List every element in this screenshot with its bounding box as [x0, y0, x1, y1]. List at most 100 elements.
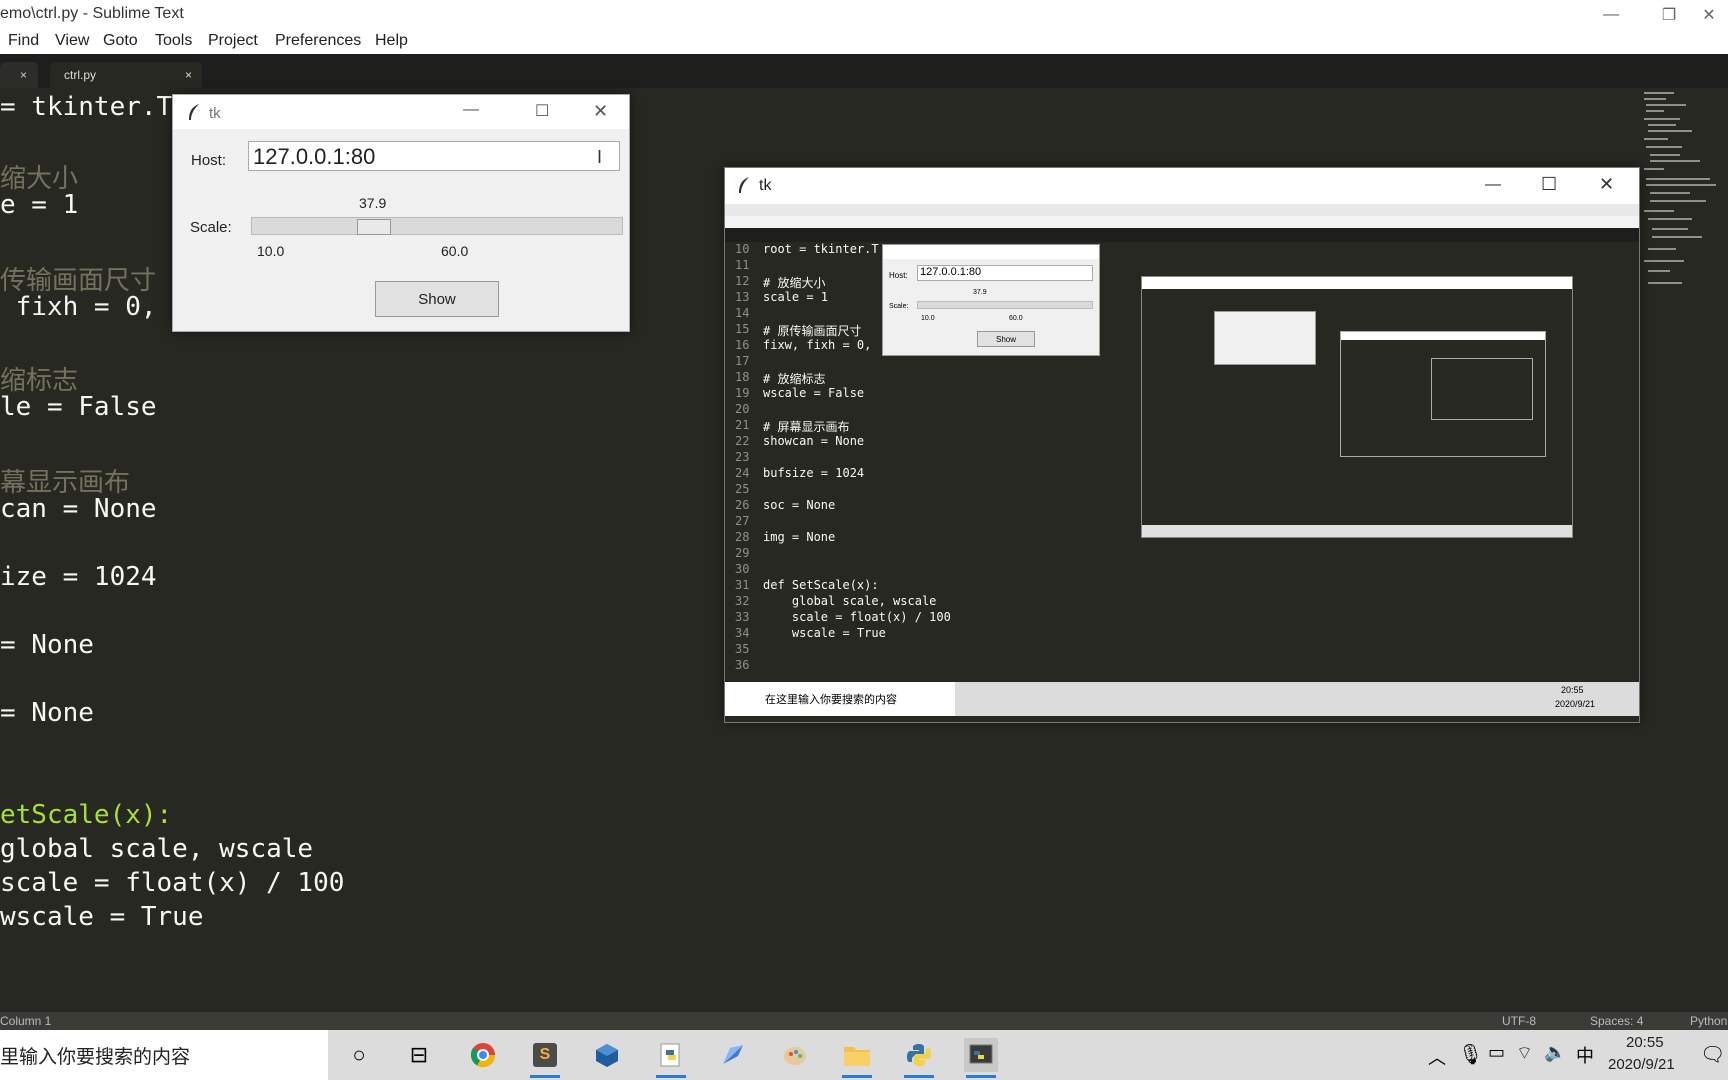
tab-close-icon[interactable]: ×	[185, 68, 192, 82]
notification-icon[interactable]: 🗨	[1700, 1042, 1725, 1067]
code-comment: # 屏幕显示画布	[763, 420, 850, 434]
status-syntax[interactable]: Python	[1690, 1014, 1727, 1028]
python-idle-icon[interactable]	[654, 1038, 688, 1078]
nested-taskbar	[1142, 525, 1572, 537]
microphone-icon[interactable]: 🎙	[1458, 1042, 1483, 1067]
close-button[interactable]: ✕	[1599, 174, 1614, 195]
code-line: = tkinter.T	[0, 92, 173, 122]
nested-remote-window-2	[1340, 331, 1546, 457]
maximize-button[interactable]: ☐	[1541, 174, 1557, 195]
task-view-icon[interactable]: ⊟	[402, 1038, 436, 1072]
chrome-icon[interactable]	[466, 1038, 500, 1072]
nested-tk-titlebar	[883, 245, 1099, 259]
virtualbox-icon[interactable]	[590, 1038, 624, 1072]
line-number: 34	[735, 626, 750, 640]
menu-goto[interactable]: Goto	[103, 32, 138, 50]
remote-menubar	[725, 216, 1639, 228]
ime-indicator[interactable]: 中	[1576, 1042, 1594, 1068]
close-button[interactable]: ✕	[1686, 0, 1728, 30]
volume-icon[interactable]: 🔈	[1544, 1042, 1566, 1063]
minimap-preview	[1644, 92, 1716, 284]
show-button[interactable]: Show	[375, 281, 499, 317]
clock-time[interactable]: 20:55	[1626, 1034, 1664, 1051]
tab-ctrl-py[interactable]: ctrl.py ×	[50, 62, 202, 88]
menu-tools[interactable]: Tools	[155, 32, 192, 50]
line-number: 31	[735, 578, 750, 592]
line-number: 36	[735, 658, 750, 672]
maximize-button[interactable]: ☐	[535, 101, 549, 121]
menu-preferences[interactable]: Preferences	[275, 32, 361, 50]
line-number: 23	[735, 450, 750, 464]
nested-remote-window-3	[1431, 358, 1533, 420]
paint-icon[interactable]	[778, 1038, 812, 1072]
cortana-icon[interactable]: ○	[342, 1038, 376, 1072]
tab-label: ctrl.py	[64, 68, 97, 82]
menu-help[interactable]: Help	[375, 32, 408, 50]
chevron-up-icon[interactable]: ︿	[1428, 1044, 1446, 1070]
code-line: le = False	[0, 392, 157, 422]
code-line: root = tkinter.T	[763, 242, 879, 256]
menu-find[interactable]: Find	[8, 32, 39, 50]
line-number: 29	[735, 546, 750, 560]
window-title: emo\ctrl.py - Sublime Text	[0, 5, 184, 22]
line-number: 20	[735, 402, 750, 416]
nested-remote-titlebar-2	[1341, 332, 1545, 340]
code-line: fixw, fixh = 0,	[763, 338, 872, 352]
code-line: img = None	[763, 530, 836, 544]
code-comment: # 放缩标志	[763, 372, 826, 386]
sublime-text-icon[interactable]: S	[528, 1038, 562, 1078]
tk-window: tk — ☐ ✕ Host: 127.0.0.1:80 I 37.9 Scale…	[172, 94, 630, 332]
code-line: e = 1	[0, 190, 78, 220]
scale-slider[interactable]	[251, 217, 623, 235]
taskbar-search[interactable]: 里输入你要搜索的内容	[0, 1030, 328, 1080]
minimize-button[interactable]: —	[1485, 176, 1501, 194]
tab-close-icon[interactable]: ×	[20, 68, 27, 82]
line-number: 24	[735, 466, 750, 480]
wifi-icon[interactable]: ⌔	[1516, 1042, 1533, 1065]
line-number: 14	[735, 306, 750, 320]
remote-screen-canvas[interactable]: 10 11 12 13 14 15 16 17 18 19 20 21 22 2…	[725, 204, 1639, 716]
tab-previous[interactable]: ×	[0, 62, 38, 88]
code-line: etScale(x):	[0, 800, 173, 830]
code-comment: # 放缩大小	[763, 276, 826, 290]
remote-taskbar: 在这里输入你要搜索的内容 20:55 2020/9/21	[725, 682, 1639, 716]
code-line: showcan = None	[763, 434, 865, 448]
line-number: 10	[735, 242, 750, 256]
tk-python-icon[interactable]	[964, 1038, 998, 1078]
status-indent[interactable]: Spaces: 4	[1590, 1014, 1643, 1028]
status-bar: Column 1 UTF-8 Spaces: 4 Python	[0, 1012, 1728, 1030]
clock-date[interactable]: 2020/9/21	[1608, 1056, 1675, 1073]
close-button[interactable]: ✕	[593, 101, 608, 122]
line-number: 32	[735, 594, 750, 608]
code-line: scale = 1	[763, 290, 829, 304]
menu-project[interactable]: Project	[208, 32, 258, 50]
minimap[interactable]	[1640, 88, 1728, 1012]
nested-remote-window	[1141, 276, 1573, 538]
code-comment: # 原传输画面尺寸	[763, 324, 862, 338]
nested-tk-window-2	[1214, 311, 1316, 365]
file-explorer-icon[interactable]	[840, 1038, 874, 1078]
remote-clock-date: 2020/9/21	[1555, 699, 1596, 709]
scale-slider-thumb[interactable]	[357, 219, 391, 235]
code-line: global scale, wscale	[0, 834, 314, 864]
host-input[interactable]: 127.0.0.1:80	[248, 141, 620, 171]
tk-remote-window: tk — ☐ ✕ 10 11 12 13 14 15 16 17 18 19 2…	[724, 167, 1640, 723]
minimize-button[interactable]: —	[463, 101, 479, 119]
status-encoding[interactable]: UTF-8	[1502, 1014, 1536, 1028]
code-line: wscale = False	[763, 386, 865, 400]
code-text: e = 1	[0, 190, 79, 220]
line-number: 17	[735, 354, 750, 368]
line-number: 13	[735, 290, 750, 304]
nested-scale-label: Scale:	[889, 303, 909, 310]
minimize-button[interactable]: —	[1588, 0, 1634, 30]
code-line: scale = float(x) / 100	[0, 868, 345, 898]
battery-icon[interactable]: ▭	[1488, 1042, 1505, 1063]
nested-scale-slider	[917, 301, 1093, 309]
line-number: 26	[735, 498, 750, 512]
feather-app-icon[interactable]	[716, 1038, 750, 1072]
python-icon[interactable]	[902, 1038, 936, 1078]
nested-scale-value: 37.9	[973, 289, 987, 296]
menu-view[interactable]: View	[55, 32, 89, 50]
code-line: ize = 1024	[0, 562, 157, 592]
nested-scale-min: 10.0	[921, 315, 935, 322]
